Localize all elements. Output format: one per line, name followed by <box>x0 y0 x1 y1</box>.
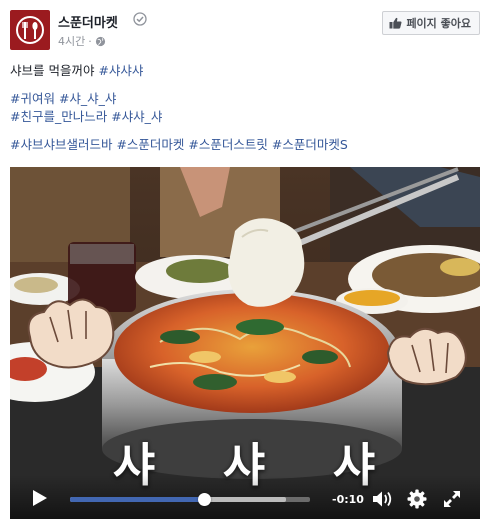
post-line-2[interactable]: #귀여워 #샤_샤_샤 <box>10 90 480 108</box>
progress-played <box>70 497 205 502</box>
meta-separator: · <box>88 34 92 48</box>
page-name[interactable]: 스푼더마켓 <box>58 12 118 31</box>
volume-icon[interactable] <box>372 490 394 508</box>
like-page-button[interactable]: 페이지 좋아요 <box>382 11 480 35</box>
globe-icon[interactable] <box>95 36 106 47</box>
play-icon[interactable] <box>32 489 48 507</box>
post-text: 샤브를 먹을꺼야 #샤샤샤 #귀여워 #샤_샤_샤 #친구를_만나느라 #샤샤_… <box>10 62 480 164</box>
cartoon-right-hand <box>386 327 467 386</box>
post-line-1-text: 샤브를 먹을꺼야 <box>10 63 99 78</box>
like-page-label: 페이지 좋아요 <box>406 17 471 30</box>
thumbs-up-icon <box>389 17 402 29</box>
video-controls: -0:10 <box>10 475 480 519</box>
page-avatar[interactable] <box>10 10 50 50</box>
verified-icon <box>133 12 147 26</box>
post-line-3[interactable]: #친구를_만나느라 #샤샤_샤 <box>10 108 480 126</box>
facebook-post: 스푼더마켓 4시간 · 페이지 좋아요 샤브를 먹을꺼야 #샤샤샤 #귀여워 #… <box>0 0 490 530</box>
post-line-4[interactable]: #샤브샤브샐러드바 #스푼더마켓 #스푼더스트릿 #스푼더마켓S <box>10 136 480 154</box>
post-line-1: 샤브를 먹을꺼야 #샤샤샤 <box>10 62 480 80</box>
post-time[interactable]: 4시간 <box>58 33 85 49</box>
time-remaining: -0:10 <box>332 493 364 506</box>
post-meta: 4시간 · <box>58 33 106 49</box>
hashtag[interactable]: #샤샤샤 <box>98 63 143 78</box>
progress-bar[interactable] <box>70 493 310 506</box>
settings-icon[interactable] <box>407 489 427 509</box>
progress-handle[interactable] <box>198 493 212 506</box>
fullscreen-icon[interactable] <box>443 490 461 508</box>
fork-spoon-logo-icon <box>16 16 44 44</box>
video-player[interactable]: 샤 샤 샤 -0:10 <box>10 167 480 519</box>
